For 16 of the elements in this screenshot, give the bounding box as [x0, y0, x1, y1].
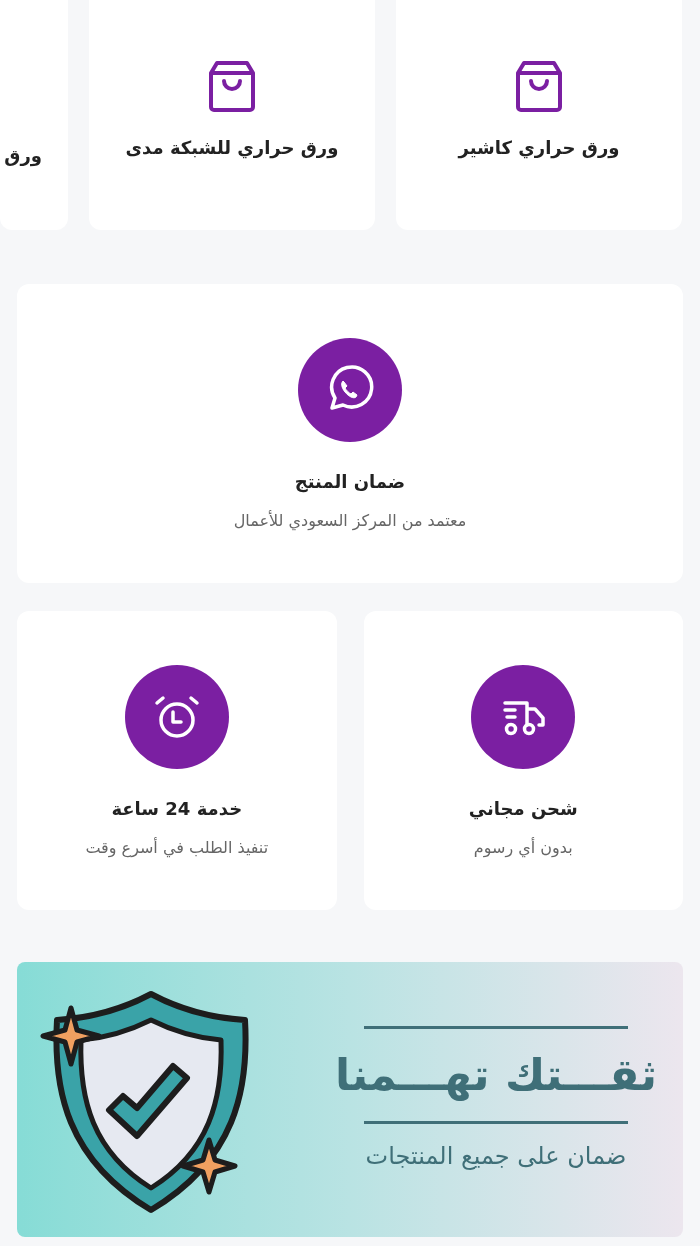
feature-subtitle: معتمد من المركز السعودي للأعمال	[233, 509, 467, 533]
product-name: ورق حراري كاشير	[458, 136, 620, 160]
feature-subtitle: تنفيذ الطلب في أسرع وقت	[85, 836, 269, 860]
feature-title: شحن مجاني	[468, 797, 578, 822]
product-name: ورق حراري للشبكة مدى	[125, 136, 339, 160]
banner-subtitle: ضمان على جميع المنتجات	[365, 1140, 627, 1172]
shopping-bag-icon	[515, 60, 563, 112]
feature-subtitle: بدون أي رسوم	[473, 836, 573, 860]
product-card[interactable]: ورق حراري للشبكة مدى	[89, 0, 375, 230]
product-card[interactable]: ورق	[0, 0, 68, 230]
shopping-bag-icon	[208, 60, 256, 112]
feature-title: خدمة 24 ساعة	[111, 797, 243, 821]
banner-title: ثقـــتك تهـــمنا	[334, 1047, 658, 1103]
product-name: ورق	[4, 144, 42, 168]
feature-title: ضمان المنتج	[294, 470, 406, 495]
product-card[interactable]: ورق حراري كاشير	[396, 0, 682, 230]
